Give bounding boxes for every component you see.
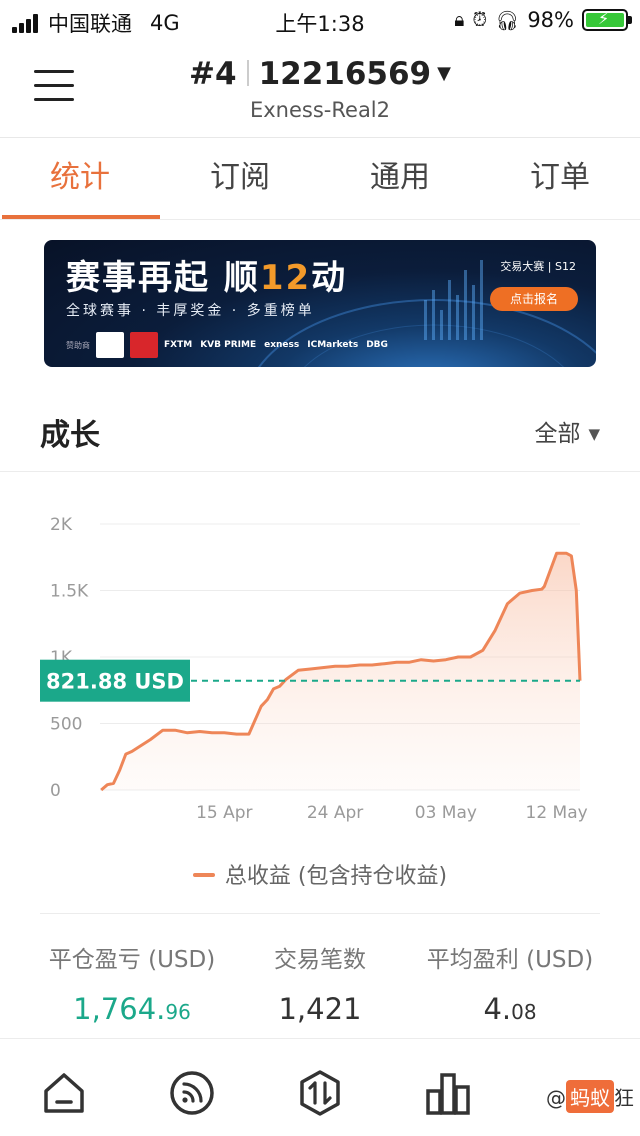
bar-chart-icon[interactable] [424,1069,472,1117]
title-separator [246,60,249,86]
y-tick-label: 2K [50,515,73,535]
promo-banner[interactable]: 赛事再起 顺12动 全球赛事 · 丰厚奖金 · 多重榜单 交易大赛 | S12 … [44,240,596,367]
headphones-icon: 🎧︎ [495,9,520,32]
chart-legend: 总收益 (包含持仓收益) [0,858,640,890]
sponsor-fxtm: FXTM [164,340,193,350]
server-name: Exness-Real2 [249,98,391,122]
sponsor-label: 赞助商 [66,340,90,350]
stat-trade-count: 交易笔数 1,421 [220,940,420,1026]
battery-percent: 98% [527,8,574,32]
y-tick-label: 0 [50,781,61,801]
watermark: @ 蚂蚁狂 [546,1080,634,1113]
bottom-nav [0,1038,640,1136]
growth-chart[interactable]: 0 500 1K 1.5K 2K 15 Apr 24 Apr 03 May 12 May 821.… [0,500,640,840]
sponsor-dbg: DBG [366,340,388,350]
x-tick-label: 15 Apr [196,803,252,823]
section-divider [0,471,640,472]
stat-label: 平均盈利 (USD) [426,947,594,973]
banner-subtitle: 全球赛事 · 丰厚奖金 · 多重榜单 [66,303,315,319]
doo-prime-logo [96,332,124,358]
range-value: 全部 [534,421,581,447]
banner-title: 赛事再起 顺12动 [66,258,348,298]
stat-avg-profit: 平均盈利 (USD) 4.08 [410,940,610,1026]
account-id: 12216569 [258,56,432,92]
range-select[interactable]: 全部 ▼ [534,414,600,448]
y-tick-label: 500 [50,715,82,735]
battery-icon: ⚡︎ [582,9,632,31]
stat-value: 4.08 [483,992,537,1026]
tab-general[interactable]: 通用 [320,140,480,219]
growth-title: 成长 [40,418,100,453]
stat-label: 交易笔数 [274,947,366,973]
rank-label: #4 [189,56,237,92]
status-right: 🔒︎ ⏰︎ 🎧︎ 98% ⚡︎ [446,8,632,32]
account-selector[interactable]: #4 12216569 ▼ [0,56,640,92]
home-icon[interactable] [40,1069,88,1117]
x-tick-label: 12 May [526,803,588,823]
sponsor-icmarkets: ICMarkets [307,340,359,350]
sponsor-exness: exness [264,340,300,350]
growth-chart-svg: 05001K1.5K2K15 Apr 24 Apr 03 May 12 May821.… [40,515,588,823]
tab-subscribe[interactable]: 订阅 [160,140,320,219]
trade-icon[interactable] [296,1069,344,1117]
legend-label: 总收益 (包含持仓收益) [224,864,448,889]
app-header: #4 12216569 ▼ Exness-Real2 [0,44,640,138]
sponsor-kvb: KVB PRIME [200,340,257,350]
x-tick-label: 24 Apr [307,803,363,823]
status-bar: 中国联通 4G 上午1:38 🔒︎ ⏰︎ 🎧︎ 98% ⚡︎ [0,0,640,40]
stat-closed-pnl: 平仓盈亏 (USD) 1,764.96 [22,940,242,1026]
legend-swatch [192,873,215,877]
feed-icon[interactable] [168,1069,216,1117]
current-value-label: 821.88 USD [46,670,184,694]
alarm-icon: ⏰︎ [472,9,488,31]
stat-value: 1,421 [278,992,362,1026]
sponsor-logos: 赞助商 FXTM KVB PRIME exness ICMarkets DBG [66,332,396,358]
tab-bar: 统计 订阅 通用 订单 [0,140,640,220]
stats-divider [40,913,600,914]
tickmill-logo [130,332,158,358]
chevron-down-icon: ▼ [588,425,600,443]
tab-orders[interactable]: 订单 [480,140,640,219]
signup-button[interactable]: 点击报名 [490,287,578,311]
stat-value: 1,764.96 [73,992,191,1026]
chevron-down-icon: ▼ [437,63,451,84]
banner-brand: 交易大赛 | S12 [500,260,576,273]
tab-statistics[interactable]: 统计 [0,140,160,219]
y-tick-label: 1.5K [50,582,89,602]
rotation-lock-icon: 🔒︎ [454,9,465,31]
stat-label: 平仓盈亏 (USD) [48,947,216,973]
x-tick-label: 03 May [415,803,477,823]
